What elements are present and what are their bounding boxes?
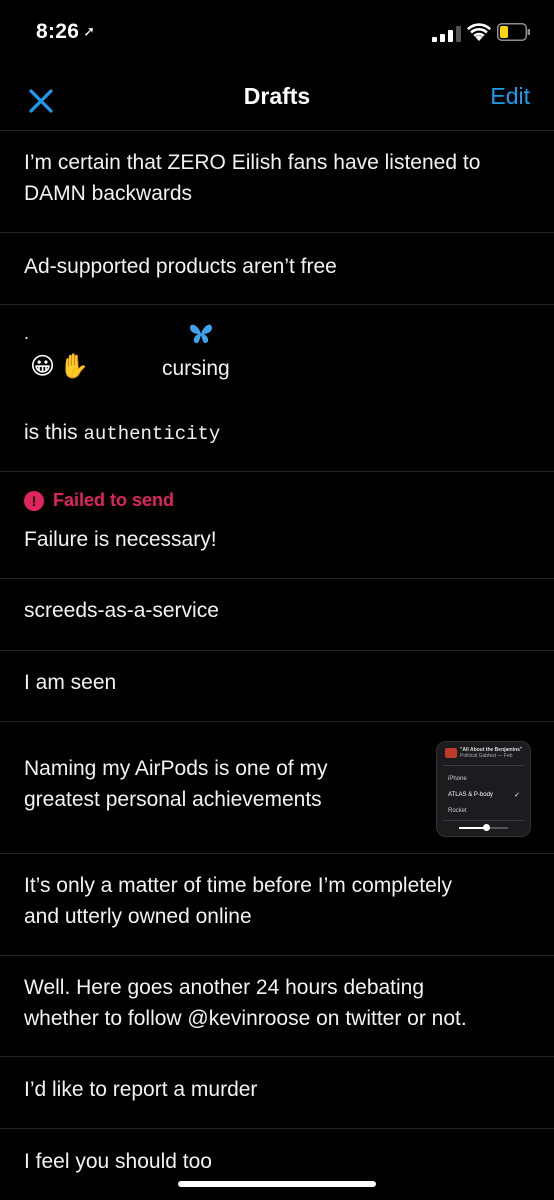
volume-slider-fill [459, 827, 485, 829]
draft-item[interactable]: . 😀 ✋ cursing is this authenticity [0, 305, 554, 472]
draft-item[interactable]: screeds-as-a-service [0, 579, 554, 651]
draft-item[interactable]: Naming my AirPods is one of my greatest … [0, 722, 554, 854]
volume-knob [483, 824, 490, 831]
nav-bar: Drafts Edit [0, 70, 554, 131]
home-indicator[interactable] [178, 1181, 376, 1187]
draft-item[interactable]: I’m certain that ZERO Eilish fans have l… [0, 131, 554, 233]
draft-text: I am seen [24, 671, 117, 694]
location-arrow-icon: ➚ [83, 23, 96, 39]
status-time: 8:26 ➚ [36, 20, 95, 44]
draft-line: whether to follow @kevinroose on twitter… [24, 1007, 467, 1030]
thumb-device-iphone: iPhone [448, 776, 467, 782]
status-bar: 8:26 ➚ [0, 0, 554, 70]
draft-line: I’m certain that ZERO Eilish fans have l… [24, 151, 481, 174]
media-thumbnail[interactable]: "All About the Benjamins" Political Gabf… [436, 741, 531, 837]
wifi-icon [467, 23, 491, 41]
draft-text: It’s only a matter of time before I’m co… [24, 870, 452, 932]
draft-item[interactable]: Well. Here goes another 24 hours debatin… [0, 956, 554, 1057]
draft-line: Well. Here goes another 24 hours debatin… [24, 976, 425, 999]
draft-item[interactable]: I am seen [0, 651, 554, 722]
draft-mono-word: authenticity [83, 423, 221, 445]
edit-button[interactable]: Edit [490, 83, 530, 110]
draft-item[interactable]: ! Failed to send Failure is necessary! [0, 472, 554, 579]
draft-line: Naming my AirPods is one of my [24, 757, 328, 780]
draft-line: DAMN backwards [24, 182, 193, 205]
checkmark-icon: ✓ [514, 792, 520, 799]
draft-prefix: is this [24, 421, 84, 444]
draft-text: Failure is necessary! [24, 528, 217, 551]
raised-hand-emoji: ✋ [59, 352, 89, 380]
draft-line: and utterly owned online [24, 905, 252, 928]
draft-cursing: cursing [162, 357, 230, 380]
divider [443, 765, 524, 766]
draft-text: Naming my AirPods is one of my greatest … [24, 753, 327, 815]
draft-line: greatest personal achievements [24, 788, 322, 811]
cellular-signal-icon [432, 26, 461, 42]
draft-item[interactable]: I feel you should too [0, 1129, 554, 1200]
time-text: 8:26 [36, 20, 80, 43]
thumb-header-subtitle: Political Gabfest — Feb [460, 753, 513, 759]
butterfly-icon [190, 324, 212, 344]
draft-dot: . [24, 323, 30, 343]
emoji-row: 😀 ✋ [30, 352, 89, 380]
draft-text: I’m certain that ZERO Eilish fans have l… [24, 147, 480, 209]
grinning-face-emoji: 😀 [30, 352, 56, 380]
battery-icon [497, 23, 530, 41]
alert-icon: ! [24, 490, 44, 511]
draft-text: I’d like to report a murder [24, 1078, 258, 1101]
failed-label: Failed to send [53, 490, 175, 510]
page-title: Drafts [243, 83, 311, 109]
draft-item[interactable]: It’s only a matter of time before I’m co… [0, 854, 554, 956]
draft-text: is this authenticity [24, 417, 220, 450]
podcast-artwork [445, 748, 457, 758]
failed-to-send-notice: ! Failed to send [24, 490, 174, 511]
draft-line: It’s only a matter of time before I’m co… [24, 874, 452, 897]
draft-text: Ad-supported products aren’t free [24, 255, 337, 278]
draft-item[interactable]: I’d like to report a murder [0, 1057, 554, 1129]
draft-text: Well. Here goes another 24 hours debatin… [24, 972, 467, 1034]
draft-text: I feel you should too [24, 1150, 212, 1173]
divider [443, 820, 524, 821]
thumb-device-rocket: Rocket [448, 808, 467, 814]
thumb-device-airpods: ATLAS & P-body [448, 792, 493, 798]
draft-text: screeds-as-a-service [24, 599, 219, 622]
draft-item[interactable]: Ad-supported products aren’t free [0, 233, 554, 305]
